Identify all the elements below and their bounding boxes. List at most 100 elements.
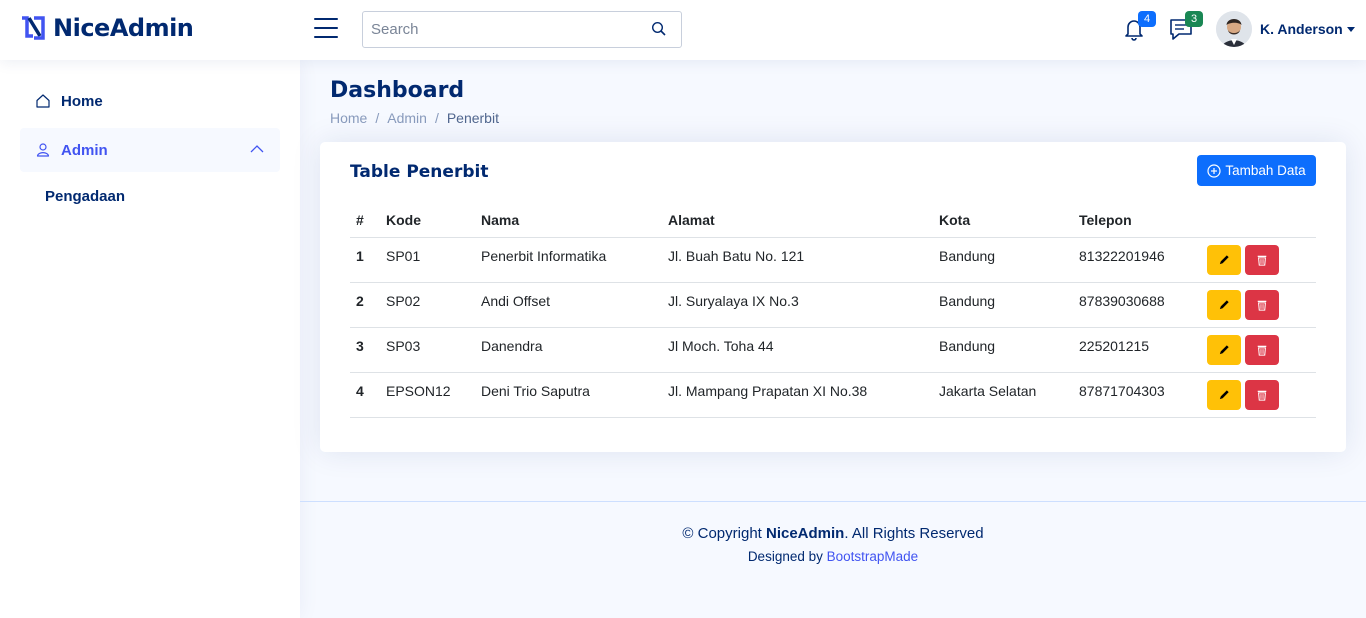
cell-telepon: 81322201946 <box>1073 237 1201 283</box>
cell-actions <box>1201 327 1316 373</box>
pencil-icon <box>1219 390 1229 400</box>
cell-kota: Bandung <box>933 282 1073 328</box>
column-header: Nama <box>475 204 662 238</box>
cell-alamat: Jl. Suryalaya IX No.3 <box>662 282 933 328</box>
breadcrumb-separator: / <box>375 110 380 126</box>
table-row: 3 SP03 Danendra Jl Moch. Toha 44 Bandung… <box>350 327 1316 373</box>
cell-nama: Penerbit Informatika <box>475 237 662 283</box>
brand-name: NiceAdmin <box>53 14 194 42</box>
add-data-button[interactable]: Tambah Data <box>1197 155 1316 186</box>
copyright-prefix: © Copyright <box>682 525 766 542</box>
notifications-badge: 4 <box>1138 11 1156 27</box>
edit-button[interactable] <box>1207 379 1241 410</box>
cell-kota: Bandung <box>933 327 1073 373</box>
delete-button[interactable] <box>1245 334 1279 365</box>
column-header-actions <box>1201 204 1316 238</box>
user-name: K. Anderson <box>1260 21 1343 37</box>
cell-actions <box>1201 237 1316 283</box>
sidebar-item-label: Admin <box>61 141 108 159</box>
credits: Designed by BootstrapMade <box>300 549 1366 564</box>
cell-kota: Bandung <box>933 237 1073 283</box>
cell-actions <box>1201 372 1316 418</box>
sidebar-item-admin[interactable]: Admin <box>20 128 280 172</box>
sidebar-subitem-pengadaan[interactable]: Pengadaan <box>45 188 125 205</box>
cell-actions <box>1201 282 1316 328</box>
pencil-icon <box>1219 255 1229 265</box>
logo[interactable]: NiceAdmin <box>20 14 194 42</box>
penerbit-table: # Kode Nama Alamat Kota Telepon 1 SP01 P… <box>350 204 1316 418</box>
messages-button[interactable]: 3 <box>1168 11 1203 42</box>
cell-telepon: 225201215 <box>1073 327 1201 373</box>
cell-alamat: Jl. Mampang Prapatan XI No.38 <box>662 372 933 418</box>
cell-kota: Jakarta Selatan <box>933 372 1073 418</box>
cell-no: 3 <box>350 327 380 373</box>
caret-down-icon <box>1346 26 1355 32</box>
credits-prefix: Designed by <box>747 549 827 564</box>
search-icon[interactable] <box>651 21 667 37</box>
notifications-button[interactable]: 4 <box>1121 11 1156 42</box>
pencil-icon <box>1219 345 1229 355</box>
cell-no: 2 <box>350 282 380 328</box>
menu-icon[interactable] <box>314 18 338 40</box>
table-row: 1 SP01 Penerbit Informatika Jl. Buah Bat… <box>350 237 1316 283</box>
breadcrumb: Home / Admin / Penerbit <box>330 110 499 126</box>
trash-icon <box>1257 300 1267 311</box>
trash-icon <box>1257 345 1267 356</box>
table-row: 4 EPSON12 Deni Trio Saputra Jl. Mampang … <box>350 372 1316 418</box>
chevron-up-icon[interactable] <box>250 144 264 154</box>
cell-telepon: 87871704303 <box>1073 372 1201 418</box>
profile-dropdown[interactable]: K. Anderson <box>1216 11 1355 47</box>
column-header: Kota <box>933 204 1073 238</box>
add-data-label: Tambah Data <box>1225 163 1306 178</box>
column-header: Alamat <box>662 204 933 238</box>
column-header: # <box>350 204 380 238</box>
avatar <box>1216 11 1252 47</box>
cell-kode: SP03 <box>380 327 475 373</box>
copyright: © Copyright NiceAdmin. All Rights Reserv… <box>300 525 1366 542</box>
breadcrumb-home[interactable]: Home <box>330 110 367 126</box>
designer-link[interactable]: BootstrapMade <box>827 549 919 564</box>
cell-nama: Andi Offset <box>475 282 662 328</box>
cell-kode: EPSON12 <box>380 372 475 418</box>
house-icon <box>36 94 50 108</box>
sidebar-item-home[interactable]: Home <box>20 79 280 123</box>
table-header-row: # Kode Nama Alamat Kota Telepon <box>350 204 1316 238</box>
copyright-brand: NiceAdmin <box>766 525 845 542</box>
breadcrumb-separator: / <box>434 110 439 126</box>
table-row: 2 SP02 Andi Offset Jl. Suryalaya IX No.3… <box>350 282 1316 328</box>
cell-no: 4 <box>350 372 380 418</box>
delete-button[interactable] <box>1245 379 1279 410</box>
plus-circle-icon <box>1207 163 1221 178</box>
footer: © Copyright NiceAdmin. All Rights Reserv… <box>300 501 1366 618</box>
copyright-suffix: . All Rights Reserved <box>844 525 984 542</box>
messages-badge: 3 <box>1185 11 1203 27</box>
search-input[interactable] <box>363 12 643 47</box>
card-title: Table Penerbit <box>350 162 489 182</box>
delete-button[interactable] <box>1245 244 1279 275</box>
trash-icon <box>1257 390 1267 401</box>
delete-button[interactable] <box>1245 289 1279 320</box>
search-bar <box>362 11 682 48</box>
cell-alamat: Jl Moch. Toha 44 <box>662 327 933 373</box>
cell-nama: Deni Trio Saputra <box>475 372 662 418</box>
person-icon <box>36 143 50 157</box>
column-header: Telepon <box>1073 204 1201 238</box>
edit-button[interactable] <box>1207 244 1241 275</box>
cell-nama: Danendra <box>475 327 662 373</box>
pencil-icon <box>1219 300 1229 310</box>
edit-button[interactable] <box>1207 334 1241 365</box>
page-title: Dashboard <box>330 78 465 103</box>
sidebar-item-label: Home <box>61 92 103 110</box>
sidebar: Home Admin Pengadaan <box>0 60 300 618</box>
breadcrumb-current: Penerbit <box>446 110 499 126</box>
trash-icon <box>1257 255 1267 266</box>
cell-telepon: 87839030688 <box>1073 282 1201 328</box>
cell-no: 1 <box>350 237 380 283</box>
breadcrumb-admin[interactable]: Admin <box>387 110 427 126</box>
top-header: NiceAdmin 4 3 <box>0 0 1366 60</box>
table-card: Table Penerbit Tambah Data # Kode Nama A… <box>320 142 1346 452</box>
cell-alamat: Jl. Buah Batu No. 121 <box>662 237 933 283</box>
edit-button[interactable] <box>1207 289 1241 320</box>
column-header: Kode <box>380 204 475 238</box>
logo-icon <box>22 16 45 40</box>
